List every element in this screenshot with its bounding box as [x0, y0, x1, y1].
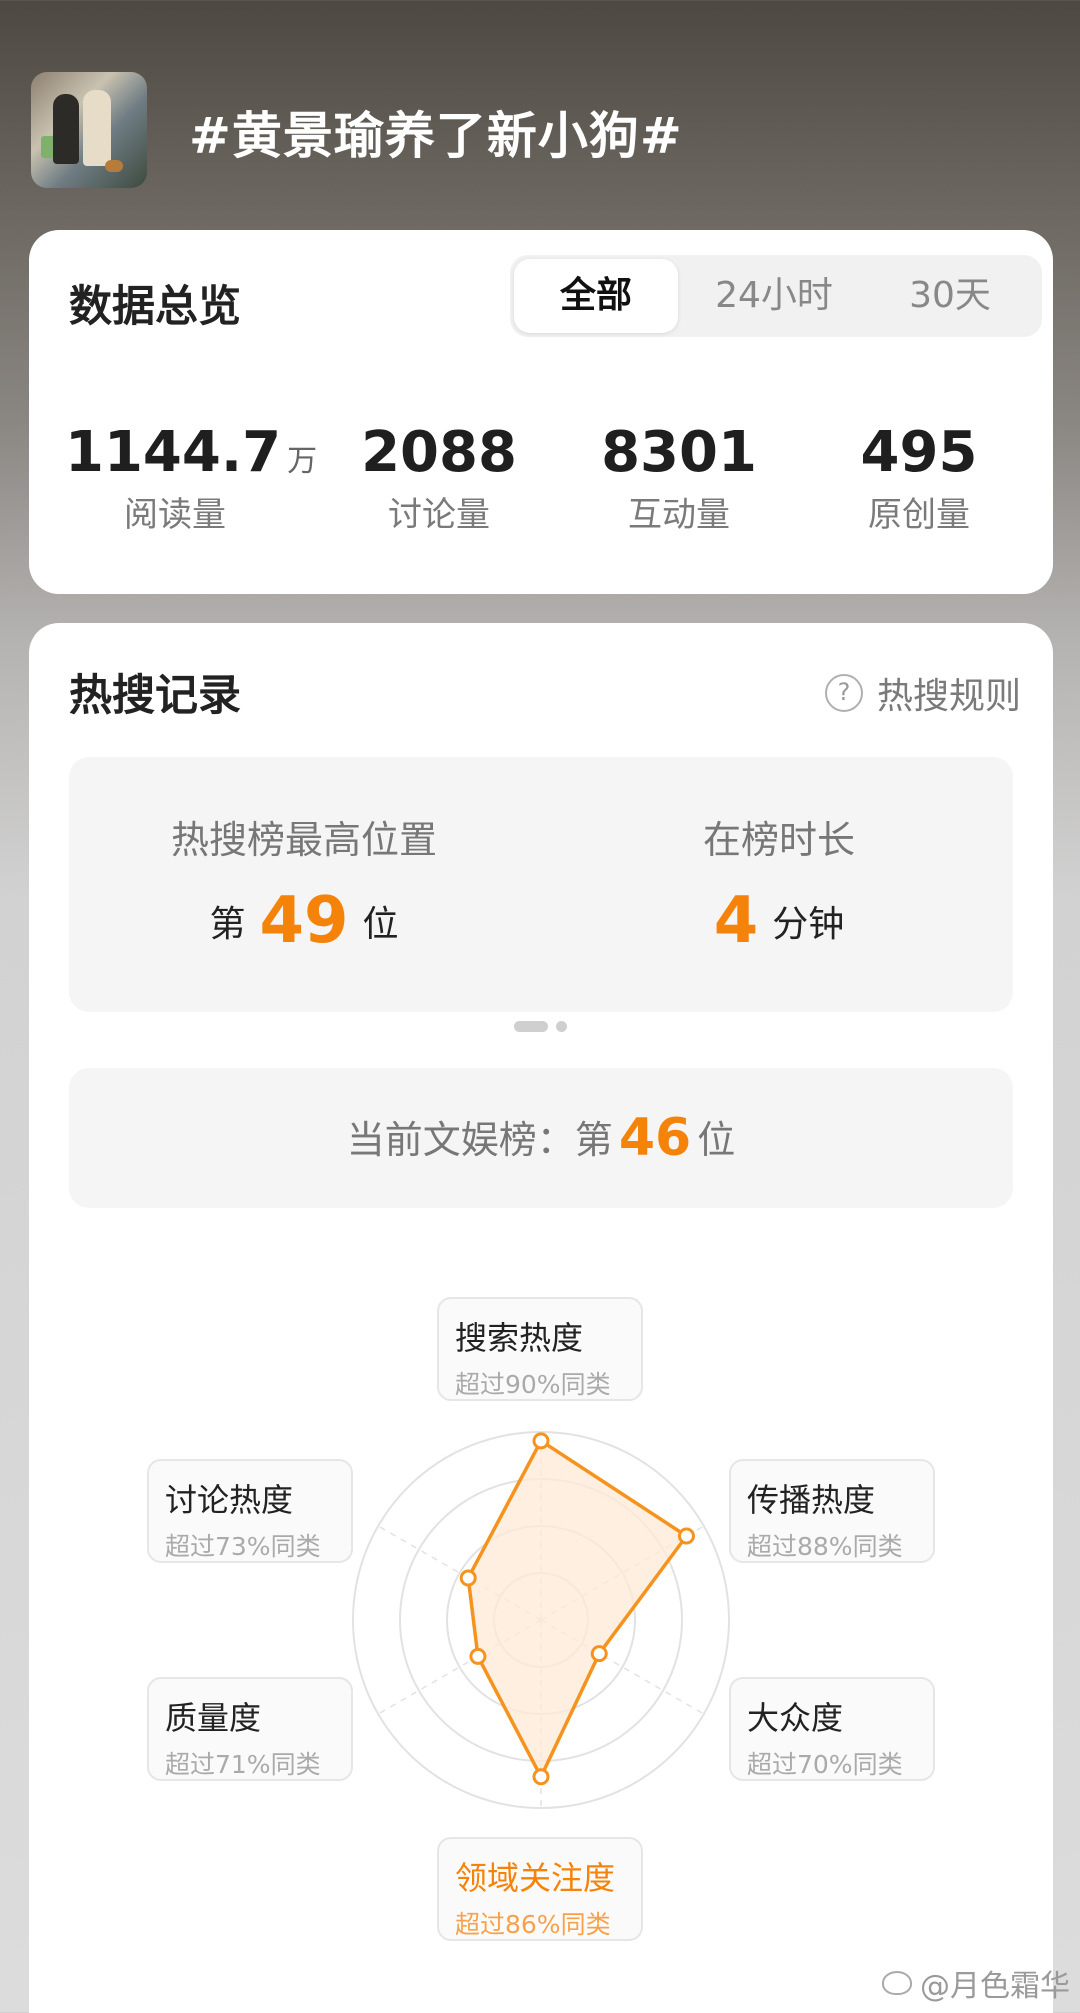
radar-label-percent: 超过88%同类 — [747, 1532, 903, 1561]
radar-point — [459, 1569, 477, 1587]
radar-label-name: 讨论热度 — [165, 1481, 294, 1519]
hot-search-card: 热搜记录 ? 热搜规则 热搜榜最高位置 第 49 位 在榜时长 4 分钟 当前文娱榜：… — [29, 623, 1053, 2013]
radar-label-percent: 超过70%同类 — [747, 1750, 903, 1779]
stat-discussions-value: 2088 — [361, 420, 517, 485]
time-range-tabs: 全部 24小时 30天 — [510, 255, 1042, 337]
radar-label-name: 大众度 — [747, 1699, 844, 1737]
radar-label-percent: 超过71%同类 — [165, 1750, 321, 1779]
stat-reads-label: 阅读量 — [124, 495, 226, 535]
overview-title: 数据总览 — [69, 282, 241, 332]
radar-label-name: 质量度 — [165, 1699, 262, 1737]
stat-discussions: 2088 讨论量 — [339, 420, 539, 536]
radar-label-percent: 超过86%同类 — [455, 1910, 611, 1939]
topic-title: #黄景瑜养了新小狗# — [189, 107, 683, 165]
radar-label-discussion-heat: 讨论热度 超过73%同类 — [147, 1459, 353, 1563]
radar-label-name: 传播热度 — [747, 1481, 876, 1519]
radar-label-quality: 质量度 超过71%同类 — [147, 1677, 353, 1781]
radar-label-search-heat: 搜索热度 超过90%同类 — [437, 1297, 643, 1401]
watermark-text: @月色霜华 — [920, 1969, 1070, 2004]
stat-reads: 1144.7 万 阅读量 — [65, 420, 317, 536]
radar-point — [590, 1645, 608, 1663]
tab-24h[interactable]: 24小时 — [688, 259, 860, 333]
overview-card: 数据总览 全部 24小时 30天 1144.7 万 阅读量 2088 讨论量 83… — [29, 230, 1053, 594]
radar-label-name: 搜索热度 — [455, 1319, 584, 1357]
radar-label-domain-attention: 领域关注度 超过86%同类 — [437, 1837, 643, 1941]
stat-discussions-label: 讨论量 — [388, 495, 490, 535]
radar-label-spread-heat: 传播热度 超过88%同类 — [729, 1459, 935, 1563]
stat-reads-unit: 万 — [287, 444, 318, 479]
tab-30d[interactable]: 30天 — [868, 259, 1032, 333]
topic-header: #黄景瑜养了新小狗# — [31, 72, 1051, 190]
radar-point — [532, 1432, 550, 1450]
stat-interactions-label: 互动量 — [628, 495, 730, 535]
stat-originals-label: 原创量 — [868, 495, 970, 535]
radar-label-percent: 超过73%同类 — [165, 1532, 321, 1561]
stat-originals-value: 495 — [860, 420, 978, 485]
stat-originals: 495 原创量 — [819, 420, 1019, 536]
stat-interactions-value: 8301 — [601, 420, 757, 485]
radar-label-popularity: 大众度 超过70%同类 — [729, 1677, 935, 1781]
topic-thumbnail[interactable] — [31, 72, 147, 188]
radar-label-name: 领域关注度 — [455, 1859, 616, 1897]
tab-all[interactable]: 全部 — [514, 259, 678, 333]
stat-interactions: 8301 互动量 — [579, 420, 779, 536]
radar-point — [469, 1647, 487, 1665]
weibo-icon — [882, 1971, 912, 1995]
watermark: @月色霜华 — [882, 1961, 1070, 2005]
radar-point — [677, 1527, 695, 1545]
radar-point — [532, 1768, 550, 1786]
stat-reads-value: 1144.7 — [65, 420, 282, 485]
radar-label-percent: 超过90%同类 — [455, 1370, 611, 1399]
